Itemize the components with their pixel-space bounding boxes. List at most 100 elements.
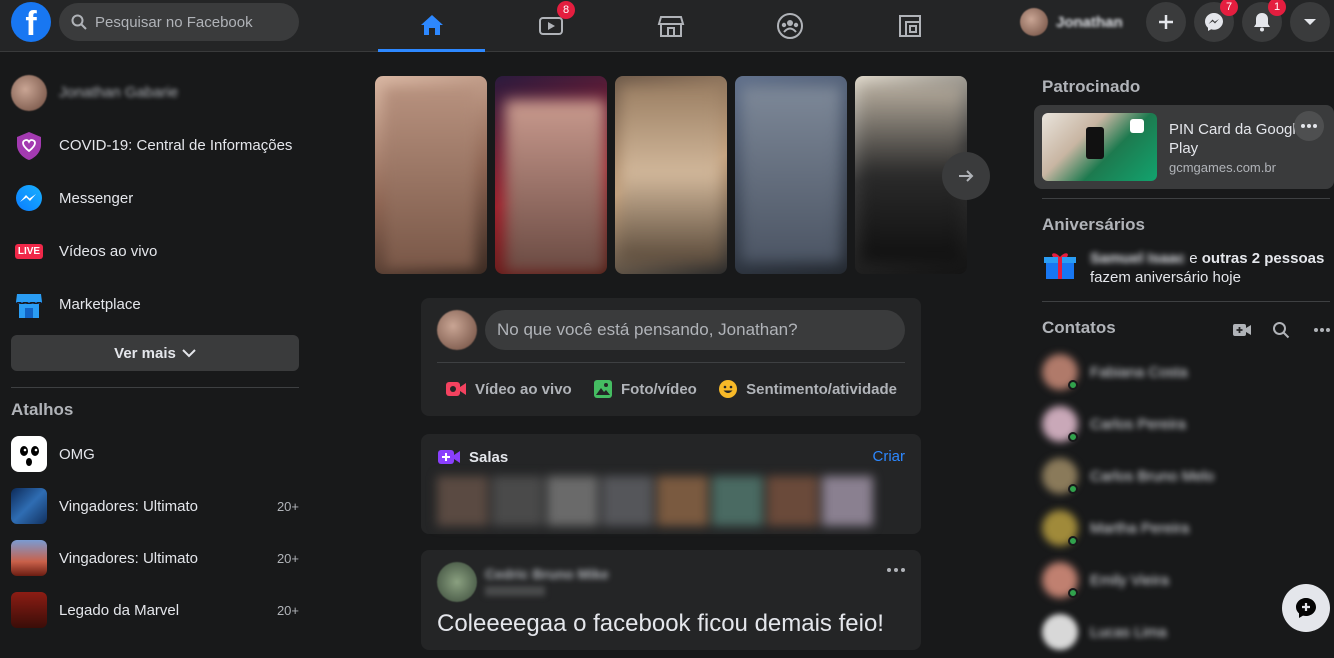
sidebar-item-covid[interactable]: COVID-19: Central de Informações bbox=[0, 119, 310, 172]
composer-input[interactable]: No que você está pensando, Jonathan? bbox=[485, 310, 905, 350]
online-indicator bbox=[1068, 588, 1078, 598]
account-menu-button[interactable] bbox=[1290, 2, 1330, 42]
create-button[interactable] bbox=[1146, 2, 1186, 42]
omg-icon bbox=[11, 436, 47, 472]
post-options-button[interactable] bbox=[887, 568, 905, 572]
post-composer: No que você está pensando, Jonathan? Víd… bbox=[421, 298, 921, 416]
contact-name: Lucas Lima bbox=[1090, 623, 1167, 641]
post-timestamp bbox=[485, 586, 545, 596]
ad-options-button[interactable] bbox=[1294, 111, 1324, 141]
contact-item[interactable]: Carlos Bruno Melo bbox=[1034, 450, 1334, 502]
action-label: Vídeo ao vivo bbox=[475, 380, 572, 398]
live-video-button[interactable]: Vídeo ao vivo bbox=[437, 381, 572, 398]
tab-home[interactable] bbox=[378, 0, 485, 52]
story-card[interactable] bbox=[495, 76, 607, 274]
birthday-row[interactable]: Samuel Isaac e outras 2 pessoas fazem an… bbox=[1034, 249, 1334, 287]
groups-icon bbox=[776, 13, 803, 39]
contact-name: Martha Pereira bbox=[1090, 519, 1190, 537]
see-more-button[interactable]: Ver mais bbox=[11, 335, 299, 371]
action-label: Foto/vídeo bbox=[621, 380, 697, 398]
messenger-icon bbox=[11, 181, 47, 217]
photo-video-button[interactable]: Foto/vídeo bbox=[593, 379, 697, 399]
tab-gaming[interactable] bbox=[856, 0, 963, 52]
sidebar-item-label: Messenger bbox=[59, 190, 134, 207]
messenger-button[interactable]: 7 bbox=[1194, 0, 1238, 42]
top-bar: f 8 Jonathan 7 1 bbox=[0, 0, 1334, 52]
live-video-icon bbox=[446, 382, 466, 396]
shortcuts-title: Atalhos bbox=[11, 400, 74, 419]
rooms-panel: Salas Criar bbox=[421, 434, 921, 534]
shortcut-item[interactable]: Vingadores: Ultimato 20+ bbox=[0, 532, 310, 584]
tab-watch[interactable]: 8 bbox=[497, 0, 604, 52]
see-more-label: Ver mais bbox=[114, 344, 176, 362]
contacts-options-button[interactable] bbox=[1314, 328, 1330, 332]
feeling-button[interactable]: Sentimento/atividade bbox=[718, 379, 905, 399]
ad-domain: gcmgames.com.br bbox=[1169, 159, 1276, 175]
contact-item[interactable]: Martha Pereira bbox=[1034, 502, 1334, 554]
shortcut-item[interactable]: OMG bbox=[0, 428, 310, 480]
new-message-button[interactable] bbox=[1282, 584, 1330, 632]
new-message-icon bbox=[1296, 598, 1316, 618]
dot-icon bbox=[1326, 328, 1330, 332]
sidebar-item-marketplace[interactable]: Marketplace bbox=[0, 278, 310, 331]
avatar bbox=[1042, 614, 1078, 650]
birthdays-title: Aniversários bbox=[1042, 215, 1145, 234]
stories-next-button[interactable] bbox=[942, 152, 990, 200]
search-input[interactable] bbox=[95, 13, 285, 31]
plus-icon bbox=[1159, 15, 1173, 29]
shortcut-count: 20+ bbox=[276, 498, 299, 514]
story-card[interactable] bbox=[615, 76, 727, 274]
shortcut-item[interactable]: Vingadores: Ultimato 20+ bbox=[0, 480, 310, 532]
live-icon: LIVE bbox=[11, 234, 47, 270]
contact-item[interactable]: Fabiana Costa bbox=[1034, 346, 1334, 398]
shortcut-item[interactable]: Legado da Marvel 20+ bbox=[0, 584, 310, 636]
shortcut-thumbnail bbox=[11, 488, 47, 524]
contact-name: Emily Vieira bbox=[1090, 571, 1169, 589]
search-box[interactable] bbox=[59, 3, 299, 41]
marketplace-icon bbox=[657, 16, 684, 37]
sidebar-item-label: COVID-19: Central de Informações bbox=[59, 137, 293, 154]
ad-card[interactable]: PIN Card da Google Play gcmgames.com.br bbox=[1034, 105, 1334, 189]
post-text: Coleeeegaa o facebook ficou demais feio! bbox=[437, 610, 884, 637]
home-icon bbox=[420, 14, 443, 35]
shortcut-count: 20+ bbox=[276, 602, 299, 618]
sponsored-title: Patrocinado bbox=[1042, 77, 1141, 96]
profile-name: Jonathan bbox=[1056, 13, 1123, 31]
search-icon[interactable] bbox=[1272, 321, 1290, 339]
shortcut-label: Vingadores: Ultimato bbox=[59, 549, 198, 567]
story-card[interactable] bbox=[375, 76, 487, 274]
sidebar-item-live[interactable]: LIVE Vídeos ao vivo bbox=[0, 225, 310, 278]
watch-badge: 8 bbox=[557, 1, 575, 19]
contact-name: Carlos Bruno Melo bbox=[1090, 467, 1215, 485]
left-sidebar: Jonathan Gabarie COVID-19: Central de In… bbox=[0, 68, 310, 636]
avatar bbox=[11, 74, 47, 111]
online-indicator bbox=[1068, 432, 1078, 442]
dot-icon bbox=[1314, 328, 1318, 332]
tab-groups[interactable] bbox=[736, 0, 843, 52]
shortcut-label: Legado da Marvel bbox=[59, 601, 180, 619]
notifications-badge: 1 bbox=[1268, 0, 1286, 16]
divider bbox=[1042, 198, 1330, 199]
online-indicator bbox=[1068, 536, 1078, 546]
rooms-title: Salas bbox=[469, 448, 509, 466]
video-room-icon[interactable] bbox=[1232, 322, 1252, 338]
tab-marketplace[interactable] bbox=[617, 0, 724, 52]
facebook-logo[interactable]: f bbox=[11, 2, 51, 42]
dot-icon bbox=[887, 568, 891, 572]
bell-icon bbox=[1254, 13, 1270, 32]
sidebar-item-profile[interactable]: Jonathan Gabarie bbox=[0, 66, 310, 119]
birthday-suffix: fazem aniversário hoje bbox=[1090, 269, 1241, 286]
rooms-create-link[interactable]: Criar bbox=[873, 448, 906, 465]
profile-chip[interactable]: Jonathan bbox=[1020, 6, 1123, 38]
sidebar-item-label: Vídeos ao vivo bbox=[59, 243, 158, 260]
dot-icon bbox=[1313, 124, 1317, 128]
contact-item[interactable]: Carlos Pereira bbox=[1034, 398, 1334, 450]
sidebar-item-messenger[interactable]: Messenger bbox=[0, 172, 310, 225]
story-card[interactable] bbox=[735, 76, 847, 274]
post-author[interactable]: Cedric Bruno Mike bbox=[485, 566, 609, 582]
rooms-avatars bbox=[437, 476, 873, 526]
online-indicator bbox=[1068, 380, 1078, 390]
notifications-button[interactable]: 1 bbox=[1242, 0, 1286, 42]
right-sidebar: Patrocinado PIN Card da Google Play gcmg… bbox=[1034, 68, 1334, 658]
divider bbox=[1042, 301, 1330, 302]
